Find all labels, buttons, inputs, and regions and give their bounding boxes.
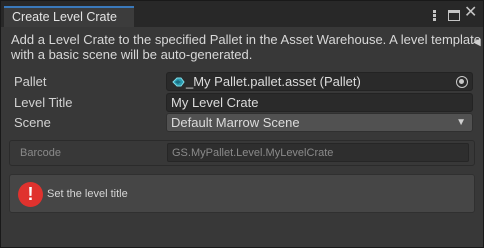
level-title-label: Level Title xyxy=(14,95,73,110)
maximize-icon[interactable] xyxy=(448,10,460,21)
scene-label: Scene xyxy=(14,115,51,130)
error-help-box: ! Set the level title xyxy=(9,174,475,213)
pallet-asset-icon xyxy=(172,77,185,87)
scene-value: Default Marrow Scene xyxy=(171,115,300,130)
error-icon: ! xyxy=(18,182,43,207)
level-title-input[interactable]: My Level Crate xyxy=(166,93,473,112)
editor-window: Create Level Crate ✕ Add a Level Crate t… xyxy=(0,0,484,248)
barcode-label: Barcode xyxy=(20,147,61,159)
close-icon[interactable]: ✕ xyxy=(464,5,477,21)
pallet-label: Pallet xyxy=(14,74,47,89)
level-title-value: My Level Crate xyxy=(171,95,259,110)
scroll-arrow-icon[interactable]: ◀ xyxy=(473,37,481,48)
barcode-field: GS.MyPallet.Level.MyLevelCrate xyxy=(167,143,469,162)
barcode-value: GS.MyPallet.Level.MyLevelCrate xyxy=(172,147,334,159)
help-message: Set the level title xyxy=(47,188,128,200)
description: Add a Level Crate to the specified Palle… xyxy=(11,32,481,62)
object-picker-icon[interactable] xyxy=(456,76,468,88)
scene-dropdown[interactable]: Default Marrow Scene ▼ xyxy=(166,113,473,132)
barcode-row: Barcode GS.MyPallet.Level.MyLevelCrate xyxy=(9,140,475,166)
tab-bar: Create Level Crate ✕ xyxy=(1,1,483,27)
dropdown-arrow-icon: ▼ xyxy=(456,117,466,128)
pallet-object-field[interactable]: _My Pallet.pallet.asset (Pallet) xyxy=(166,72,473,91)
kebab-menu-icon[interactable] xyxy=(432,9,438,21)
description-line-2: with a basic scene will be auto-generate… xyxy=(11,47,253,62)
description-line-1: Add a Level Crate to the specified Palle… xyxy=(11,32,481,47)
tab-title: Create Level Crate xyxy=(12,10,117,24)
pallet-value: _My Pallet.pallet.asset (Pallet) xyxy=(186,74,361,89)
tab-create-level-crate[interactable]: Create Level Crate xyxy=(4,6,134,27)
